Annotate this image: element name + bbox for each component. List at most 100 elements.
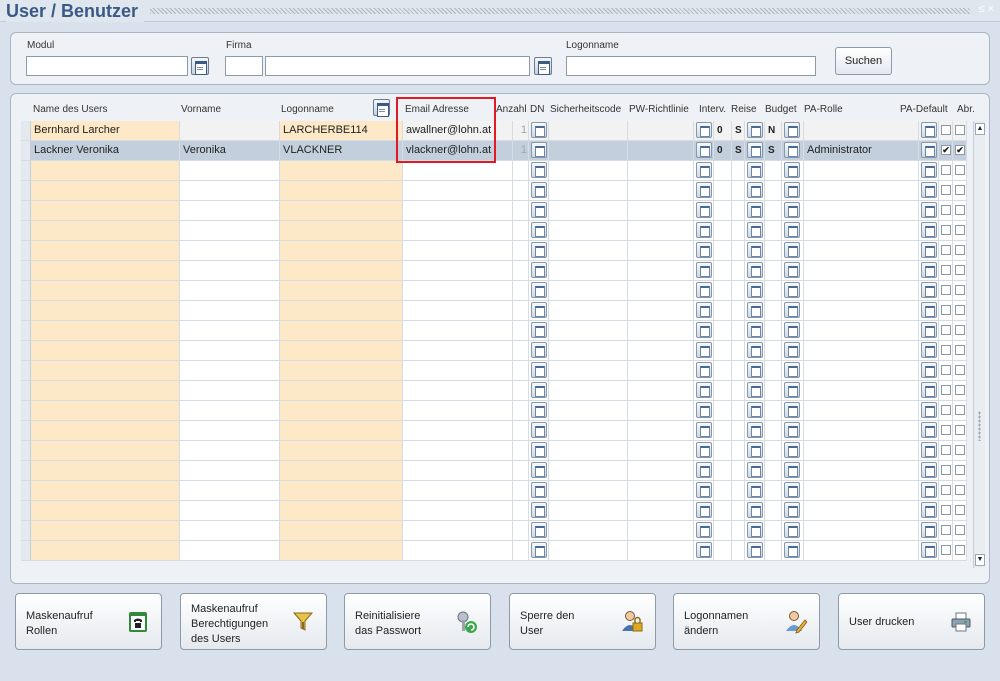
table-row[interactable]: [21, 461, 972, 481]
cell-pa-rolle[interactable]: [804, 481, 919, 501]
calendar-lookup-icon[interactable]: [747, 302, 763, 318]
cell-pa-rolle[interactable]: [804, 521, 919, 541]
cell-vorname[interactable]: [180, 301, 280, 321]
calendar-lookup-icon[interactable]: [696, 362, 712, 378]
abr-checkbox[interactable]: [955, 445, 965, 455]
calendar-lookup-icon[interactable]: [747, 462, 763, 478]
calendar-lookup-icon[interactable]: [747, 162, 763, 178]
cell-email[interactable]: [403, 321, 513, 341]
cell-name[interactable]: Lackner Veronika: [31, 141, 180, 161]
cell-pa-rolle[interactable]: [804, 321, 919, 341]
table-row[interactable]: [21, 221, 972, 241]
pa-default-checkbox[interactable]: [941, 425, 951, 435]
row-selector[interactable]: [21, 301, 31, 321]
cell-email[interactable]: [403, 161, 513, 181]
cell-email[interactable]: [403, 341, 513, 361]
pa-default-checkbox[interactable]: [941, 185, 951, 195]
calendar-lookup-icon[interactable]: [784, 242, 800, 258]
cell-pw-richtlinie[interactable]: [628, 281, 694, 301]
firma-code-input[interactable]: [225, 56, 263, 76]
cell-pa-rolle[interactable]: [804, 241, 919, 261]
calendar-lookup-icon[interactable]: [784, 262, 800, 278]
cell-logonname[interactable]: [280, 361, 403, 381]
cell-logonname[interactable]: [280, 381, 403, 401]
cell-pw-richtlinie[interactable]: [628, 501, 694, 521]
calendar-lookup-icon[interactable]: [921, 442, 937, 458]
calendar-lookup-icon[interactable]: [696, 482, 712, 498]
cell-name[interactable]: [31, 161, 180, 181]
cell-sicherheitscode[interactable]: [549, 521, 628, 541]
cell-logonname[interactable]: [280, 461, 403, 481]
cell-vorname[interactable]: [180, 341, 280, 361]
logonname-input[interactable]: [566, 56, 816, 76]
calendar-lookup-icon[interactable]: [696, 262, 712, 278]
cell-vorname[interactable]: [180, 441, 280, 461]
cell-email[interactable]: [403, 181, 513, 201]
calendar-lookup-icon[interactable]: [531, 262, 547, 278]
pa-default-checkbox[interactable]: [941, 225, 951, 235]
calendar-lookup-icon[interactable]: [747, 542, 763, 558]
calendar-lookup-icon[interactable]: [531, 482, 547, 498]
logonnamen-aendern-button[interactable]: Logonnamen ändern: [673, 593, 820, 650]
row-selector[interactable]: [21, 441, 31, 461]
row-selector[interactable]: [21, 341, 31, 361]
cell-vorname[interactable]: [180, 461, 280, 481]
calendar-lookup-icon[interactable]: [696, 462, 712, 478]
cell-sicherheitscode[interactable]: [549, 221, 628, 241]
pa-default-checkbox[interactable]: [941, 285, 951, 295]
cell-logonname[interactable]: [280, 441, 403, 461]
calendar-lookup-icon[interactable]: [696, 162, 712, 178]
cell-pw-richtlinie[interactable]: [628, 401, 694, 421]
abr-checkbox[interactable]: [955, 165, 965, 175]
row-selector[interactable]: [21, 461, 31, 481]
pa-default-checkbox[interactable]: [941, 405, 951, 415]
calendar-lookup-icon[interactable]: [784, 222, 800, 238]
cell-pw-richtlinie[interactable]: [628, 541, 694, 561]
cell-sicherheitscode[interactable]: [549, 441, 628, 461]
calendar-lookup-icon[interactable]: [531, 542, 547, 558]
calendar-lookup-icon[interactable]: [921, 302, 937, 318]
cell-logonname[interactable]: [280, 181, 403, 201]
table-row[interactable]: [21, 261, 972, 281]
calendar-lookup-icon[interactable]: [696, 402, 712, 418]
calendar-lookup-icon[interactable]: [531, 202, 547, 218]
cell-email[interactable]: [403, 261, 513, 281]
row-selector[interactable]: [21, 481, 31, 501]
calendar-lookup-icon[interactable]: [531, 342, 547, 358]
cell-sicherheitscode[interactable]: [549, 141, 628, 161]
calendar-lookup-icon[interactable]: [921, 542, 937, 558]
abr-checkbox[interactable]: [955, 425, 965, 435]
cell-sicherheitscode[interactable]: [549, 201, 628, 221]
cell-sicherheitscode[interactable]: [549, 181, 628, 201]
abr-checkbox[interactable]: [955, 485, 965, 495]
row-selector[interactable]: [21, 261, 31, 281]
cell-logonname[interactable]: [280, 341, 403, 361]
calendar-lookup-icon[interactable]: [696, 282, 712, 298]
cell-email[interactable]: [403, 381, 513, 401]
cell-logonname[interactable]: [280, 421, 403, 441]
calendar-lookup-icon[interactable]: [696, 442, 712, 458]
abr-checkbox[interactable]: [955, 245, 965, 255]
abr-checkbox[interactable]: ✔: [955, 145, 965, 155]
title-grip[interactable]: [150, 8, 970, 14]
cell-name[interactable]: [31, 461, 180, 481]
calendar-lookup-icon[interactable]: [784, 542, 800, 558]
calendar-lookup-icon[interactable]: [747, 222, 763, 238]
cell-logonname[interactable]: VLACKNER: [280, 141, 403, 161]
calendar-lookup-icon[interactable]: [784, 522, 800, 538]
row-selector[interactable]: [21, 541, 31, 561]
cell-vorname[interactable]: [180, 201, 280, 221]
pa-default-checkbox[interactable]: [941, 385, 951, 395]
cell-vorname[interactable]: [180, 361, 280, 381]
calendar-lookup-icon[interactable]: [696, 522, 712, 538]
calendar-lookup-icon[interactable]: [921, 462, 937, 478]
cell-pa-rolle[interactable]: [804, 461, 919, 481]
cell-pa-rolle[interactable]: [804, 421, 919, 441]
cell-email[interactable]: [403, 461, 513, 481]
abr-checkbox[interactable]: [955, 345, 965, 355]
modul-input[interactable]: [26, 56, 188, 76]
cell-sicherheitscode[interactable]: [549, 541, 628, 561]
calendar-lookup-icon[interactable]: [747, 422, 763, 438]
cell-sicherheitscode[interactable]: [549, 321, 628, 341]
abr-checkbox[interactable]: [955, 225, 965, 235]
